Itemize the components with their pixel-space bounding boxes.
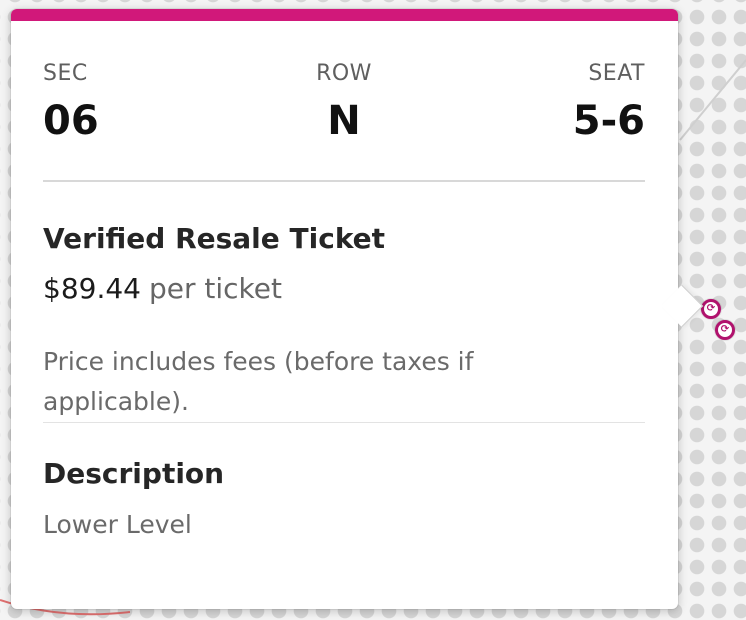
seat-value: 5-6	[572, 98, 645, 144]
section-label: SEC	[43, 61, 88, 86]
divider	[43, 180, 645, 182]
resale-seat-marker-icon[interactable]: ⟳	[715, 320, 735, 340]
row-value: N	[327, 98, 361, 144]
resale-seat-marker-icon[interactable]: ⟳	[701, 299, 721, 319]
price-unit: per ticket	[148, 272, 282, 305]
price-note: Price includes fees (before taxes if app…	[43, 347, 474, 416]
price-amount: $89.44	[43, 272, 141, 305]
ticket-price: $89.44 per ticket	[43, 271, 282, 307]
row-label: ROW	[316, 61, 372, 86]
section-info: SEC 06	[43, 61, 99, 145]
description-heading: Description	[43, 457, 225, 490]
row-info: ROW N	[43, 61, 645, 145]
divider	[43, 422, 645, 423]
seat-details-popover: ROW N SEC 06 SEAT 5-6 Verified Resale Ti…	[11, 9, 704, 609]
ticket-type: Verified Resale Ticket	[43, 222, 386, 255]
seat-label: SEAT	[588, 61, 645, 86]
popover-accent-bar	[11, 9, 678, 21]
description-text: Lower Level	[43, 510, 192, 539]
section-value: 06	[43, 98, 99, 144]
seat-location: ROW N SEC 06 SEAT 5-6	[43, 61, 645, 151]
seat-number-info: SEAT 5-6	[573, 61, 645, 145]
